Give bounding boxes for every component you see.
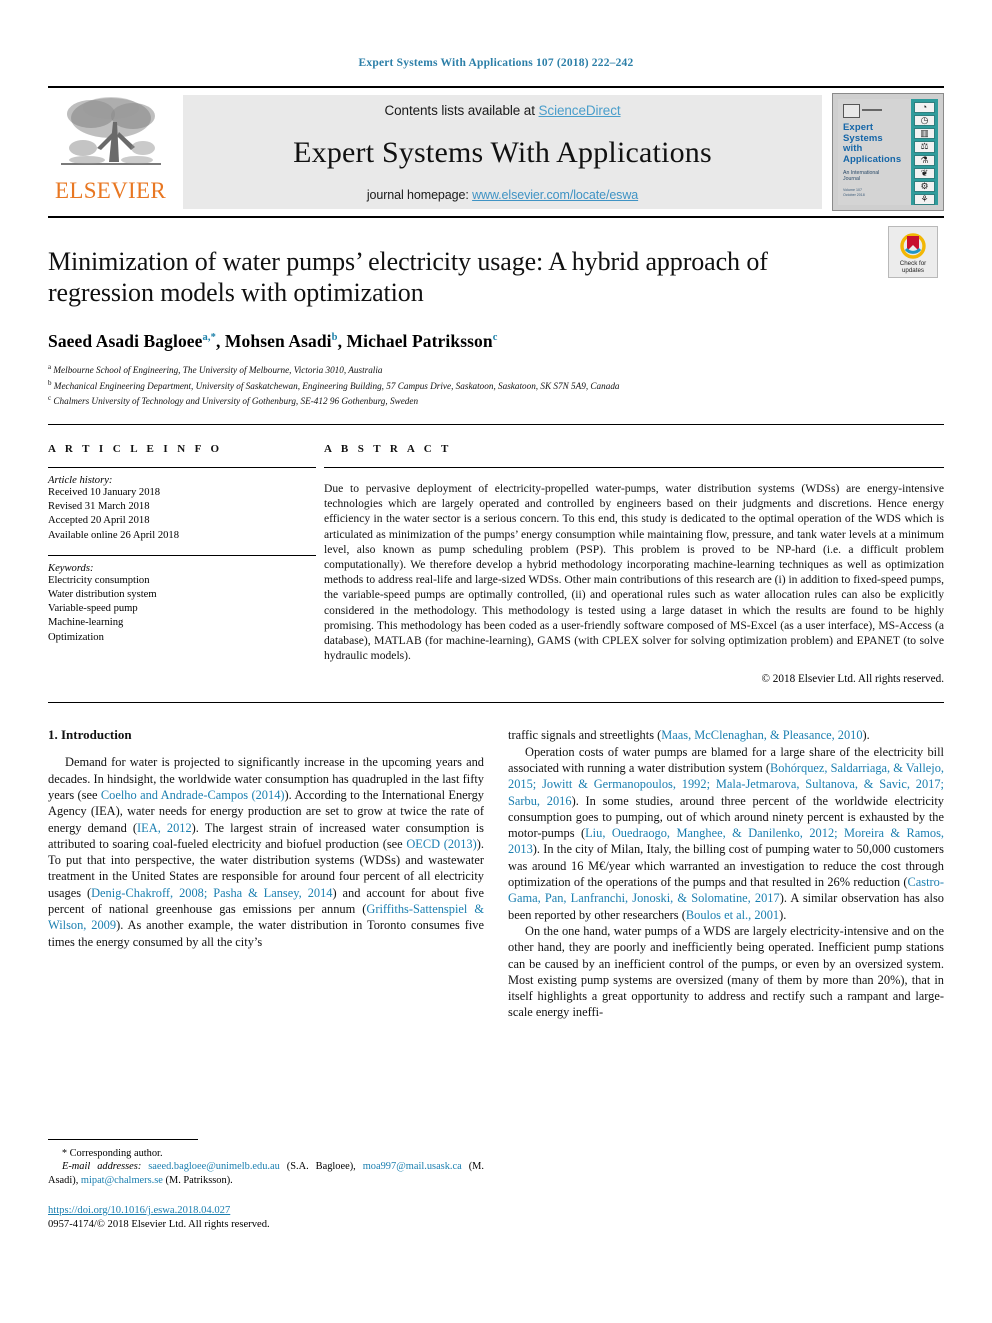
bar-chart-icon: ▥ bbox=[914, 128, 935, 140]
elsevier-wordmark: ELSEVIER bbox=[55, 178, 166, 203]
affiliation-text: Mechanical Engineering Department, Unive… bbox=[53, 380, 620, 391]
cover-title-line-4: Applications bbox=[843, 153, 902, 165]
cover-logo-icon bbox=[843, 104, 882, 118]
paragraph: Operation costs of water pumps are blame… bbox=[508, 744, 945, 922]
corresponding-author-marker: * bbox=[62, 1148, 67, 1159]
keyword-item: Water distribution system bbox=[48, 588, 157, 600]
contents-available-line: Contents lists available at ScienceDirec… bbox=[384, 103, 620, 118]
article-history-list: Received 10 January 2018 Revised 31 Marc… bbox=[48, 486, 316, 543]
article-history-label: Article history: bbox=[48, 474, 113, 486]
crossmark-check-for-updates-badge[interactable]: Check for updates bbox=[888, 226, 938, 278]
journal-homepage-line: journal homepage: www.elsevier.com/locat… bbox=[367, 188, 638, 202]
history-item: Received 10 January 2018 bbox=[48, 486, 161, 498]
section-heading-introduction: 1. Introduction bbox=[48, 727, 132, 743]
affiliation-text: Chalmers University of Technology and Un… bbox=[53, 396, 419, 407]
article-info-heading: A R T I C L E I N F O bbox=[48, 442, 223, 455]
journal-cover-thumbnail: Expert Systems with Applications An Inte… bbox=[832, 93, 944, 211]
sciencedirect-link[interactable]: ScienceDirect bbox=[539, 103, 621, 118]
crossmark-icon bbox=[900, 232, 926, 259]
article-info-column: A R T I C L E I N F O Article history: R… bbox=[48, 443, 324, 685]
journal-homepage-link[interactable]: www.elsevier.com/locate/eswa bbox=[472, 188, 638, 202]
robot-icon: ⚙ bbox=[914, 180, 935, 192]
article-info-rule bbox=[48, 466, 316, 468]
email-addresses-note: E-mail addresses: saeed.bagloee@unimelb.… bbox=[48, 1160, 484, 1187]
author-list: Saeed Asadi Bagloeea,*, Mohsen Asadib, M… bbox=[48, 331, 498, 351]
abstract-heading: A B S T R A C T bbox=[324, 442, 452, 455]
elsevier-logo: ELSEVIER bbox=[48, 88, 173, 216]
flask-icon: ⚘ bbox=[914, 193, 935, 205]
affiliation-item: c Chalmers University of Technology and … bbox=[48, 392, 944, 408]
keyword-item: Optimization bbox=[48, 631, 104, 643]
affiliation-list: a Melbourne School of Engineering, The U… bbox=[48, 361, 944, 408]
info-abstract-row: A R T I C L E I N F O Article history: R… bbox=[48, 425, 944, 685]
issn-copyright-line: 0957-4174/© 2018 Elsevier Ltd. All right… bbox=[48, 1219, 270, 1231]
history-item: Available online 26 April 2018 bbox=[48, 529, 180, 541]
cover-title-line-1: Expert bbox=[843, 122, 874, 133]
footnote-block: * Corresponding author. E-mail addresses… bbox=[48, 1139, 484, 1232]
body-columns: 1. Introduction Demand for water is proj… bbox=[48, 703, 944, 1020]
body-column-right: traffic signals and streetlights (Maas, … bbox=[508, 727, 944, 1020]
abstract-rule bbox=[324, 466, 944, 468]
cover-subtitle-2: Journal bbox=[843, 176, 861, 182]
affiliation-text: Melbourne School of Engineering, The Uni… bbox=[53, 365, 383, 376]
email-label: E-mail addresses: bbox=[62, 1161, 142, 1173]
contents-prefix: Contents lists available at bbox=[384, 103, 539, 118]
journal-title: Expert Systems With Applications bbox=[293, 136, 712, 169]
history-item: Accepted 20 April 2018 bbox=[48, 515, 150, 527]
affiliation-marker: c bbox=[48, 394, 52, 403]
keywords-rule bbox=[48, 554, 316, 556]
keyword-item: Machine-learning bbox=[48, 617, 124, 629]
affiliation-item: b Mechanical Engineering Department, Uni… bbox=[48, 377, 944, 393]
paragraph: traffic signals and streetlights (Maas, … bbox=[508, 728, 870, 743]
history-item: Revised 31 March 2018 bbox=[48, 501, 150, 513]
abstract-text: Due to pervasive deployment of electrici… bbox=[324, 481, 944, 663]
paragraph: Demand for water is projected to signifi… bbox=[48, 755, 484, 949]
paragraph: On the one hand, water pumps of a WDS ar… bbox=[508, 923, 944, 1020]
journal-masthead: ELSEVIER Contents lists available at Sci… bbox=[48, 86, 944, 216]
scales-icon: ⚖ bbox=[914, 141, 935, 153]
footnote-rule bbox=[48, 1139, 198, 1140]
elsevier-tree-icon bbox=[60, 97, 161, 165]
page-title: Minimization of water pumps’ electricity… bbox=[48, 247, 768, 307]
cover-title-line-3: with bbox=[843, 143, 863, 154]
corresponding-author-note: * Corresponding author. bbox=[48, 1147, 484, 1160]
abstract-copyright: © 2018 Elsevier Ltd. All rights reserved… bbox=[761, 673, 945, 686]
running-head: Expert Systems With Applications 107 (20… bbox=[358, 57, 634, 69]
homepage-prefix: journal homepage: bbox=[366, 188, 473, 202]
satellite-icon: ❦ bbox=[914, 167, 935, 179]
abstract-column: A B S T R A C T Due to pervasive deploym… bbox=[324, 443, 944, 685]
keywords-label: Keywords: bbox=[48, 562, 94, 574]
body-column-left: 1. Introduction Demand for water is proj… bbox=[48, 727, 484, 1020]
doi-link[interactable]: https://doi.org/10.1016/j.eswa.2018.04.0… bbox=[48, 1205, 230, 1216]
affiliation-marker: b bbox=[48, 378, 52, 387]
doi-block: https://doi.org/10.1016/j.eswa.2018.04.0… bbox=[48, 1204, 484, 1232]
affiliation-item: a Melbourne School of Engineering, The U… bbox=[48, 361, 944, 377]
keyword-item: Variable-speed pump bbox=[48, 603, 138, 615]
journal-banner: Contents lists available at ScienceDirec… bbox=[183, 95, 822, 209]
keywords-list: Electricity consumption Water distributi… bbox=[48, 574, 316, 645]
paper-page: Expert Systems With Applications 107 (20… bbox=[0, 0, 992, 1323]
keyword-item: Electricity consumption bbox=[48, 574, 150, 586]
corresponding-author-label: Corresponding author. bbox=[69, 1148, 163, 1159]
crossmark-label: Check for updates bbox=[899, 259, 927, 274]
gauge-icon: ◔ bbox=[914, 102, 935, 114]
clock-icon: ◷ bbox=[914, 115, 935, 127]
cover-date: October 2018 bbox=[843, 192, 865, 197]
microscope-icon: ⚗ bbox=[914, 154, 935, 166]
affiliation-marker: a bbox=[48, 363, 52, 371]
article-title-block: Minimization of water pumps’ electricity… bbox=[48, 218, 944, 408]
